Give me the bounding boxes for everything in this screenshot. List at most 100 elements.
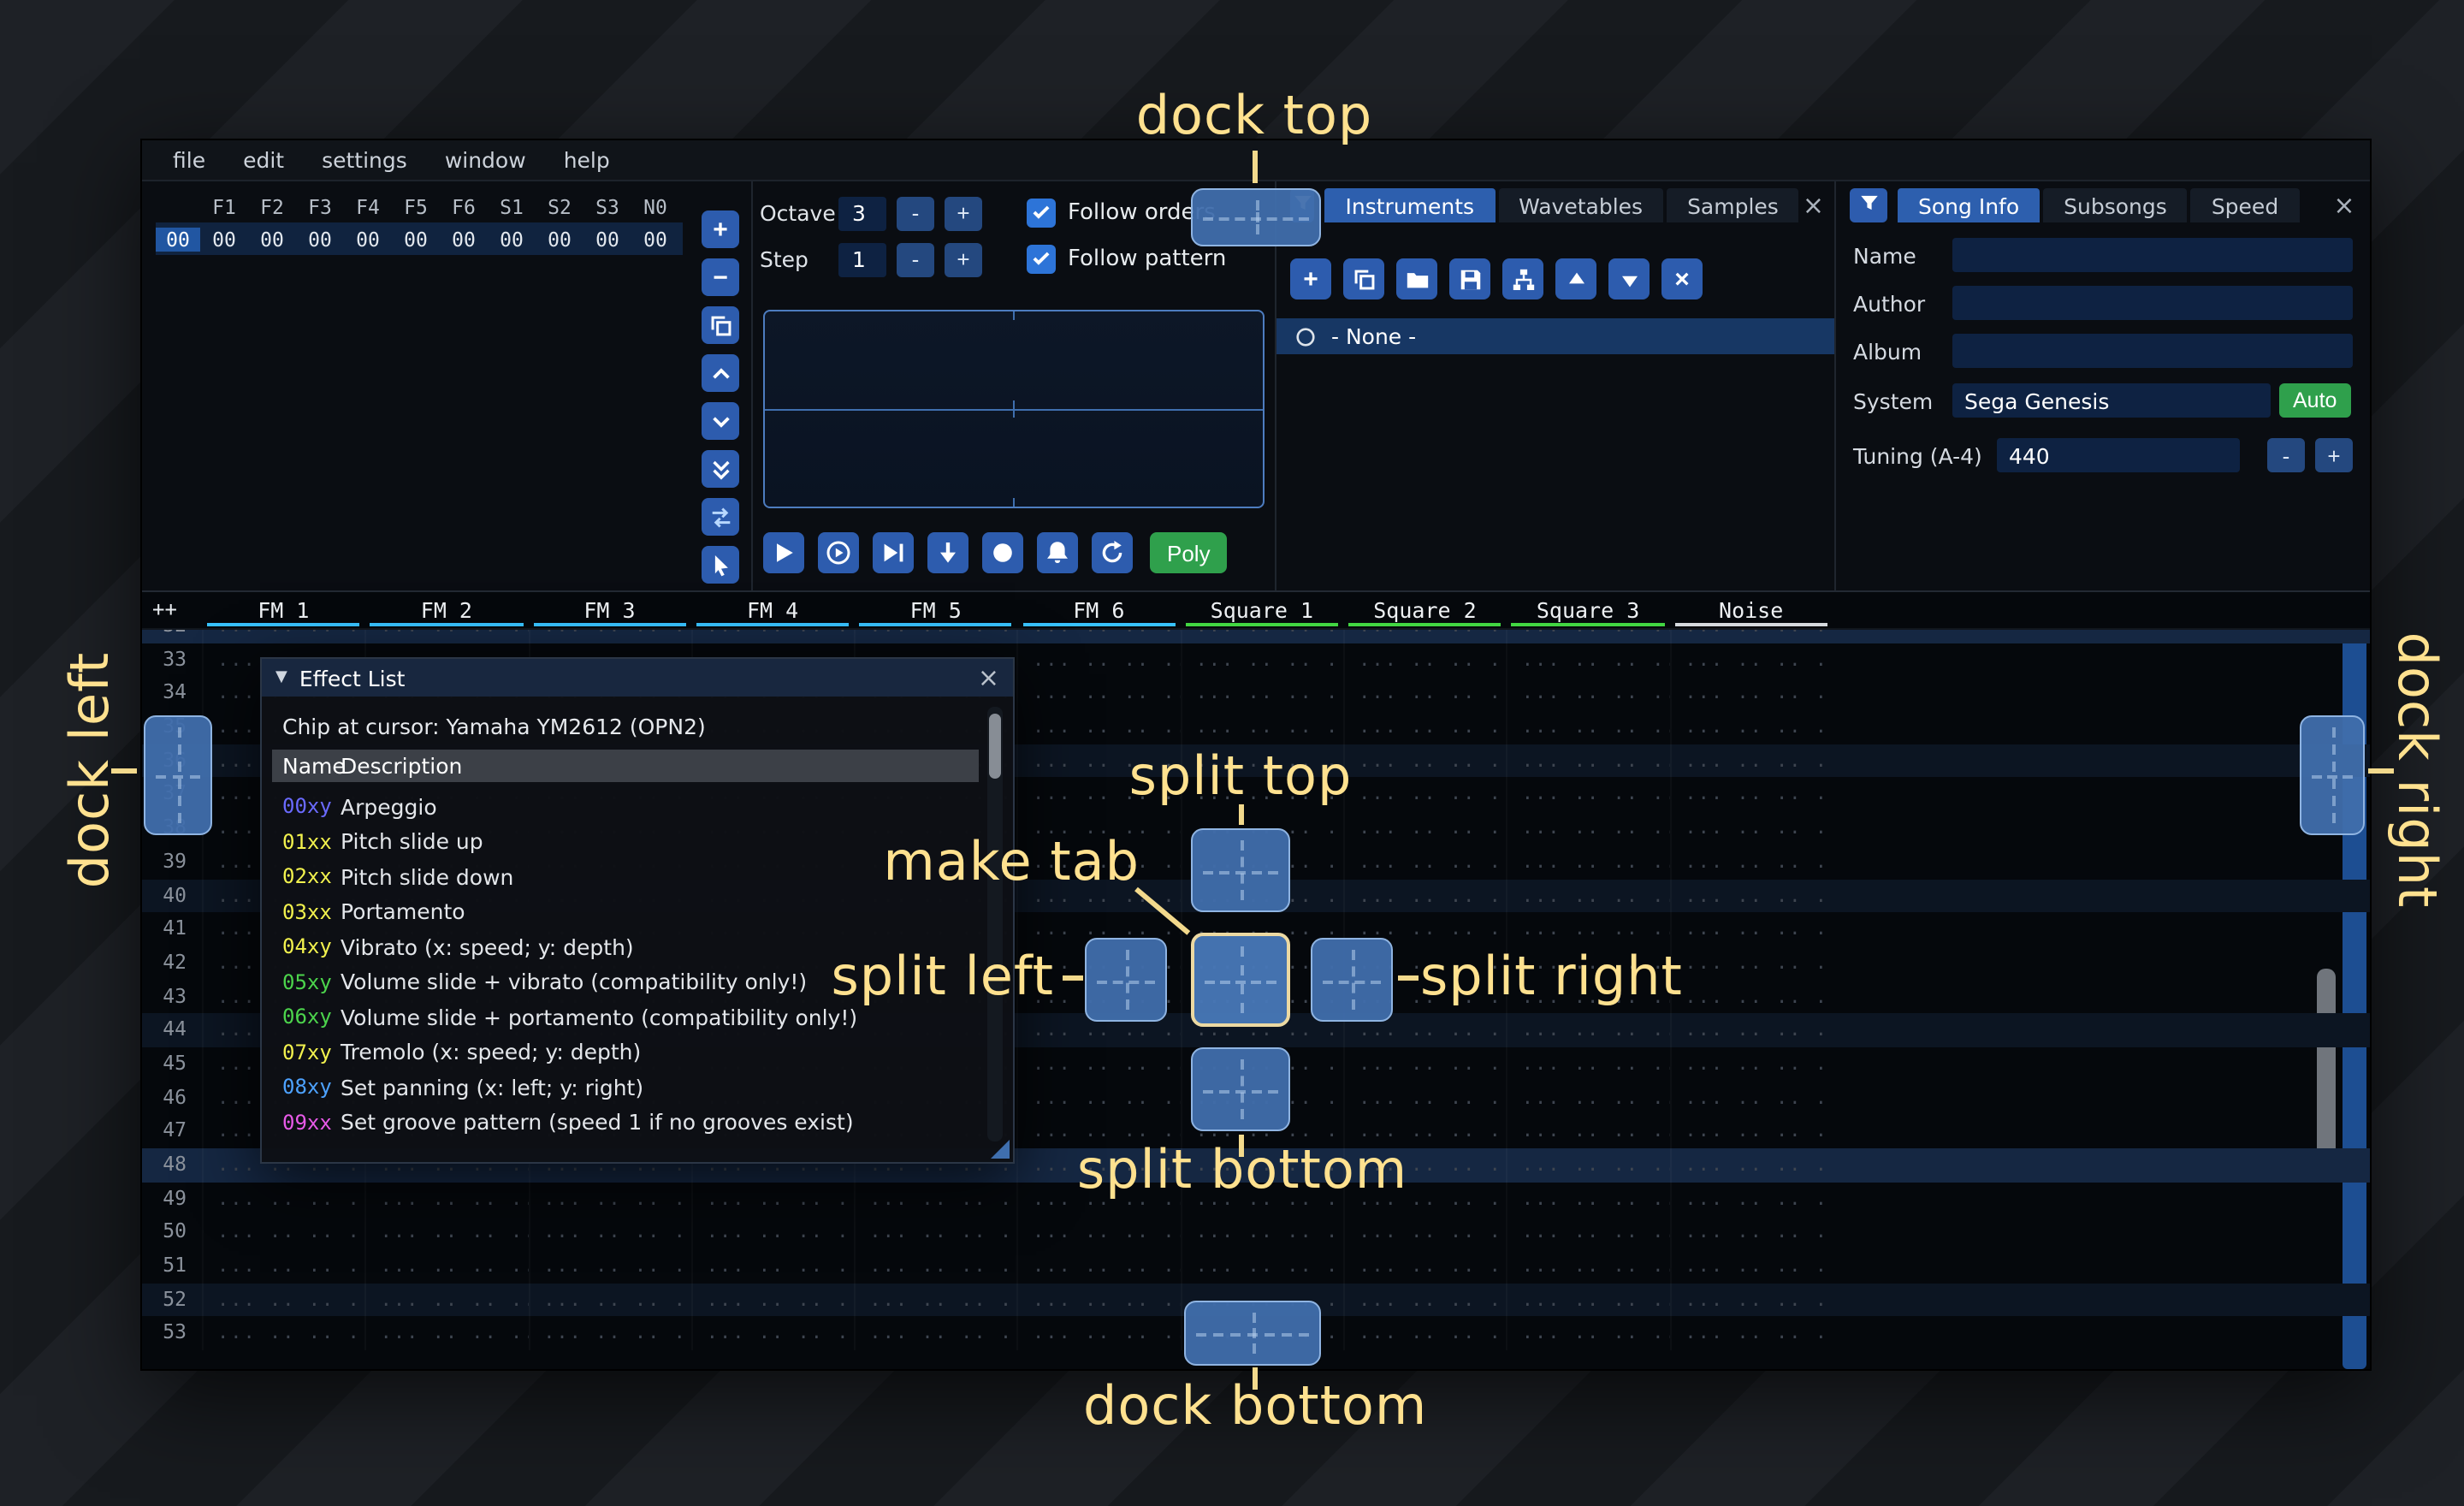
pattern-cell[interactable]: ... .. .. .... xyxy=(1343,677,1507,710)
pattern-cell[interactable]: ... .. .. .... xyxy=(1669,845,1833,879)
menu-item-window[interactable]: window xyxy=(428,142,543,178)
pattern-cell[interactable]: ... .. .. .... xyxy=(1017,1216,1181,1249)
pattern-cell[interactable]: ... .. .. .... xyxy=(202,1249,365,1283)
menu-item-edit[interactable]: edit xyxy=(226,142,301,178)
pattern-cell[interactable]: ... .. .. .... xyxy=(1507,1317,1670,1350)
split-target-bottom[interactable] xyxy=(1191,1047,1290,1131)
pattern-cell[interactable]: ... .. .. .... xyxy=(1343,1249,1507,1283)
pattern-cell[interactable]: ... .. .. .... xyxy=(1669,677,1833,710)
pattern-cell[interactable]: ... .. .. .... xyxy=(1669,778,1833,811)
pattern-cell[interactable]: ... .. .. .... xyxy=(1669,1014,1833,1047)
channel-header-fm-5[interactable]: FM 5 xyxy=(854,592,1017,630)
menu-item-help[interactable]: help xyxy=(547,142,627,178)
pattern-cell[interactable]: ... .. .. .... xyxy=(1669,811,1833,845)
order-cell[interactable]: 00 xyxy=(488,227,536,251)
scrollbar-thumb[interactable] xyxy=(989,714,1001,779)
menu-item-file[interactable]: file xyxy=(156,142,222,178)
pattern-cell[interactable]: ... .. .. .... xyxy=(1017,677,1181,710)
open-button[interactable] xyxy=(1396,258,1437,299)
split-target-right[interactable] xyxy=(1311,938,1393,1022)
effect-list-titlebar[interactable]: ▼ Effect List × xyxy=(262,659,1013,697)
channel-header-noise[interactable]: Noise xyxy=(1669,592,1833,630)
order-cell[interactable]: 00 xyxy=(440,227,488,251)
pattern-cell[interactable]: ... .. .. .... xyxy=(1507,879,1670,912)
channel-header-square-3[interactable]: Square 3 xyxy=(1507,592,1670,630)
delete-button[interactable]: × xyxy=(1661,258,1703,299)
close-song-info-panel-button[interactable]: × xyxy=(2329,188,2360,222)
channel-header-fm-1[interactable]: FM 1 xyxy=(202,592,365,630)
pattern-cell[interactable]: ... .. .. .... xyxy=(1181,643,1344,676)
pattern-cell[interactable]: ... .. .. .... xyxy=(1507,811,1670,845)
pattern-cell[interactable]: ... .. .. .... xyxy=(365,1284,529,1317)
dock-target-right[interactable] xyxy=(2300,715,2365,835)
dock-target-bottom[interactable] xyxy=(1184,1301,1321,1366)
order-cell[interactable]: 00 xyxy=(392,227,440,251)
pattern-cell[interactable]: ... .. .. .... xyxy=(1669,1081,1833,1114)
stop-button[interactable] xyxy=(982,532,1023,573)
song-info-filter-button[interactable] xyxy=(1850,188,1887,222)
tuning-decrease-button[interactable]: - xyxy=(2267,438,2305,472)
order-cell[interactable]: 00 xyxy=(631,227,679,251)
pattern-cell[interactable]: ... .. .. .... xyxy=(1669,1249,1833,1283)
octave-increase-button[interactable]: + xyxy=(945,196,982,230)
pattern-cell[interactable]: ... .. .. .... xyxy=(1343,1047,1507,1081)
instruments-tab-instruments[interactable]: Instruments xyxy=(1325,188,1496,222)
order-row-index[interactable]: 00 xyxy=(156,227,200,251)
pattern-cell[interactable]: ... .. .. .... xyxy=(1017,1249,1181,1283)
pattern-cell[interactable]: ... .. .. .... xyxy=(365,1249,529,1283)
close-instruments-panel-button[interactable]: × xyxy=(1803,188,1824,222)
move-down-button[interactable] xyxy=(1608,258,1650,299)
pattern-cell[interactable]: ... .. .. .... xyxy=(528,1216,691,1249)
pattern-cell[interactable]: ... .. .. .... xyxy=(1343,1216,1507,1249)
chevron-down-button[interactable] xyxy=(702,402,739,440)
pattern-cell[interactable]: ... .. .. .... xyxy=(1507,643,1670,676)
pattern-cell[interactable]: ... .. .. .... xyxy=(1507,677,1670,710)
pattern-cell[interactable]: ... .. .. .... xyxy=(1507,710,1670,744)
pattern-cell[interactable]: ... .. .. .... xyxy=(1181,1216,1344,1249)
pattern-cell[interactable]: ... .. .. .... xyxy=(1669,1148,1833,1182)
pattern-cell[interactable]: ... .. .. .... xyxy=(528,1182,691,1215)
channel-header-fm-6[interactable]: FM 6 xyxy=(1017,592,1181,630)
pattern-cell[interactable]: ... .. .. .... xyxy=(691,1182,855,1215)
pattern-cell[interactable]: ... .. .. .... xyxy=(1669,1317,1833,1350)
pattern-cell[interactable]: ... .. .. .... xyxy=(1507,1182,1670,1215)
octave-decrease-button[interactable]: - xyxy=(897,196,934,230)
pattern-cell[interactable]: ... .. .. .... xyxy=(1181,710,1344,744)
pattern-cell[interactable]: ... .. .. .... xyxy=(1669,1182,1833,1215)
pattern-cell[interactable]: ... .. .. .... xyxy=(1669,879,1833,912)
pattern-cell[interactable]: ... .. .. .... xyxy=(202,1284,365,1317)
pattern-cell[interactable]: ... .. .. .... xyxy=(691,1249,855,1283)
effect-row[interactable]: 03xxPortamento xyxy=(272,894,979,929)
play-from-cursor-button[interactable] xyxy=(873,532,914,573)
chevron-up-button[interactable] xyxy=(702,354,739,392)
step-decrease-button[interactable]: - xyxy=(897,242,934,276)
add-button[interactable]: + xyxy=(702,210,739,248)
edit-cursor-button[interactable] xyxy=(702,546,739,584)
pattern-cell[interactable]: ... .. .. .... xyxy=(1669,710,1833,744)
pattern-cell[interactable]: ... .. .. .... xyxy=(1343,811,1507,845)
pattern-cell[interactable]: ... .. .. .... xyxy=(1507,1014,1670,1047)
play-song-button[interactable] xyxy=(818,532,859,573)
album-input[interactable] xyxy=(1952,334,2353,368)
pattern-cell[interactable]: ... .. .. .... xyxy=(691,1317,855,1350)
pattern-cell[interactable]: ... .. .. .... xyxy=(1507,1284,1670,1317)
resize-grip-icon[interactable] xyxy=(991,1140,1010,1159)
pattern-cell[interactable]: ... .. .. .... xyxy=(365,1216,529,1249)
channel-header-fm-4[interactable]: FM 4 xyxy=(691,592,855,630)
double-chevron-down-button[interactable] xyxy=(702,450,739,488)
step-value[interactable]: 1 xyxy=(838,242,886,276)
pattern-cell[interactable]: ... .. .. .... xyxy=(1507,1216,1670,1249)
pattern-cell[interactable]: ... .. .. .... xyxy=(854,1216,1017,1249)
pattern-cell[interactable]: ... .. .. .... xyxy=(1017,1081,1181,1114)
collapse-icon[interactable]: ▼ xyxy=(275,669,287,686)
pattern-cell[interactable]: ... .. .. .... xyxy=(854,1317,1017,1350)
poly-button[interactable]: Poly xyxy=(1150,532,1228,573)
order-cell[interactable]: 00 xyxy=(200,227,248,251)
folder-tree-button[interactable] xyxy=(1502,258,1543,299)
pattern-cell[interactable]: ... .. .. .... xyxy=(528,1317,691,1350)
song-tab-subsongs[interactable]: Subsongs xyxy=(2043,188,2188,222)
save-button[interactable] xyxy=(1449,258,1490,299)
pattern-cell[interactable]: ... .. .. .... xyxy=(1343,710,1507,744)
pattern-cell[interactable]: ... .. .. .... xyxy=(202,1182,365,1215)
pattern-cell[interactable]: ... .. .. .... xyxy=(365,1317,529,1350)
